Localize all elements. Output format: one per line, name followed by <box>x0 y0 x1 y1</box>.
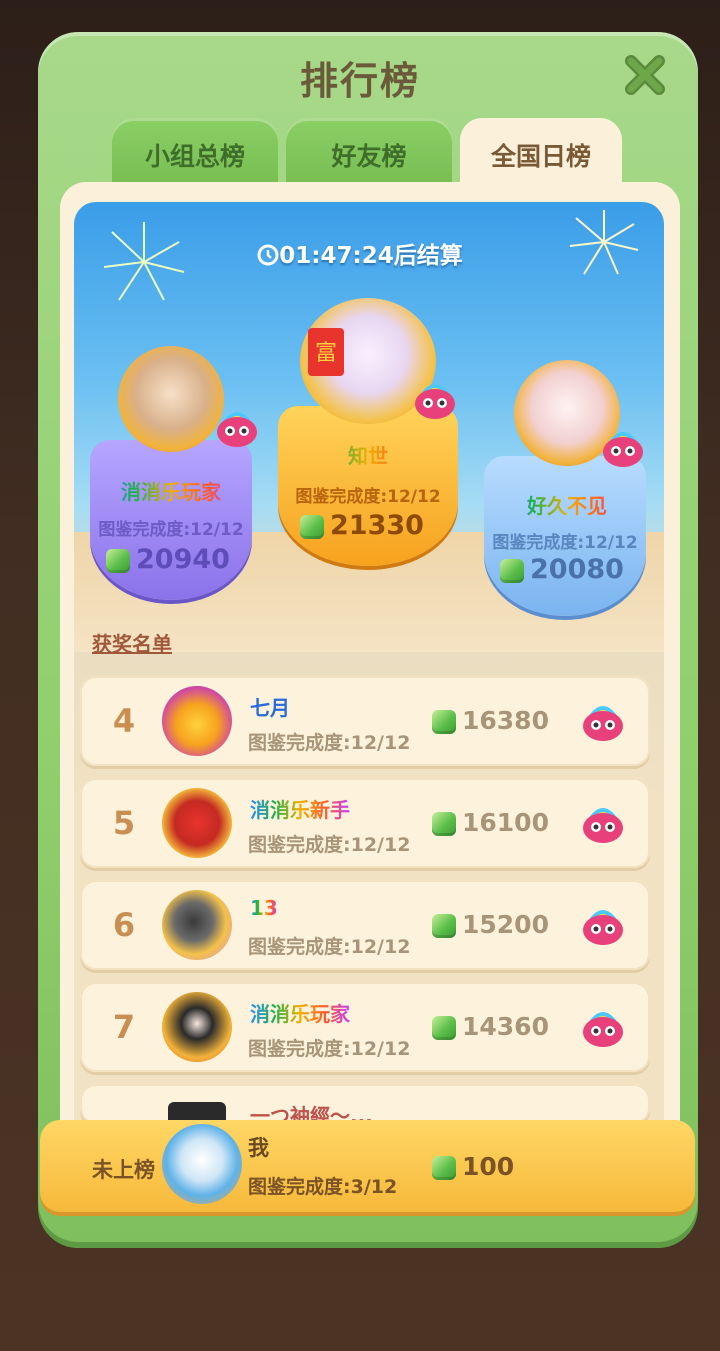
settlement-timer: 01:47:24后结算 <box>0 236 720 270</box>
timer-value: 01:47:24 <box>279 243 394 269</box>
rainbow-bird-icon <box>603 432 643 467</box>
close-icon[interactable] <box>622 52 668 98</box>
podium-second-name: 消消乐玩家 <box>100 476 242 505</box>
list-item[interactable]: 一つ袖經～... <box>80 1084 650 1124</box>
rainbow-bird-icon <box>217 412 257 447</box>
podium-third-score: 20080 <box>500 554 624 585</box>
list-item[interactable]: 5 消消乐新手 图鉴完成度:12/12 16100 <box>80 778 650 868</box>
award-list-label[interactable]: 获奖名单 <box>92 628 172 657</box>
player-name: 七月 <box>250 696 290 720</box>
tab-friends[interactable]: 好友榜 <box>286 118 452 188</box>
rainbow-bird-icon <box>415 384 455 419</box>
gem-cube-icon <box>300 514 324 539</box>
score: 15200 <box>432 910 549 939</box>
completion-text: 图鉴完成度:12/12 <box>248 732 411 754</box>
fortune-icon: 富 <box>308 328 344 376</box>
avatar[interactable] <box>162 890 232 960</box>
rank-number: 6 <box>112 906 136 944</box>
gem-cube-icon <box>432 914 456 938</box>
page-title: 排行榜 <box>299 59 420 103</box>
my-rank-bar[interactable]: 未上榜 我 图鉴完成度:3/12 100 <box>40 1120 695 1212</box>
completion-text: 图鉴完成度:3/12 <box>248 1176 398 1198</box>
score: 100 <box>432 1152 514 1181</box>
svg-text:富: 富 <box>315 341 337 366</box>
completion-text: 图鉴完成度:12/12 <box>248 1038 411 1060</box>
gem-cube-icon <box>432 1016 456 1040</box>
player-name: 消消乐新手 <box>250 794 350 823</box>
list-item[interactable]: 7 消消乐玩家 图鉴完成度:12/12 14360 <box>80 982 650 1072</box>
rank-status: 未上榜 <box>92 1158 155 1182</box>
clock-icon <box>257 244 279 266</box>
gem-cube-icon <box>432 812 456 836</box>
gem-cube-icon <box>432 710 456 734</box>
rainbow-bird-icon <box>583 808 623 843</box>
avatar[interactable] <box>162 1124 242 1204</box>
list-item[interactable]: 4 七月 图鉴完成度:12/12 16380 <box>80 676 650 766</box>
gem-cube-icon <box>432 1156 456 1180</box>
list-item[interactable]: 6 13 图鉴完成度:12/12 15200 <box>80 880 650 970</box>
avatar[interactable] <box>162 788 232 858</box>
rainbow-bird-icon <box>583 706 623 741</box>
avatar[interactable] <box>162 992 232 1062</box>
player-name: 消消乐玩家 <box>250 998 350 1027</box>
gem-cube-icon <box>106 548 130 573</box>
player-name: 13 <box>250 896 278 920</box>
completion-text: 图鉴完成度:12/12 <box>248 936 411 958</box>
rank-number: 4 <box>112 702 136 740</box>
podium-third-name: 好久不见 <box>500 490 634 519</box>
podium-second-score: 20940 <box>106 544 230 575</box>
podium-first-completion: 图鉴完成度:12/12 <box>295 487 441 507</box>
score: 14360 <box>432 1012 549 1041</box>
completion-text: 图鉴完成度:12/12 <box>248 834 411 856</box>
podium-third-completion: 图鉴完成度:12/12 <box>492 533 638 553</box>
avatar[interactable] <box>118 346 224 452</box>
rainbow-bird-icon <box>583 910 623 945</box>
rainbow-bird-icon <box>583 1012 623 1047</box>
player-name: 我 <box>248 1136 269 1160</box>
rank-number: 7 <box>112 1008 136 1046</box>
podium-first-name: 知世 <box>298 440 438 469</box>
tab-group-total[interactable]: 小组总榜 <box>112 118 278 188</box>
rank-number: 5 <box>112 804 136 842</box>
timer-suffix: 后结算 <box>393 243 463 269</box>
avatar[interactable] <box>162 686 232 756</box>
podium-first-score: 21330 <box>300 510 424 541</box>
score: 16100 <box>432 808 549 837</box>
score: 16380 <box>432 706 549 735</box>
podium-second-completion: 图鉴完成度:12/12 <box>98 520 244 540</box>
gem-cube-icon <box>500 558 524 583</box>
tab-national-daily[interactable]: 全国日榜 <box>460 118 622 188</box>
